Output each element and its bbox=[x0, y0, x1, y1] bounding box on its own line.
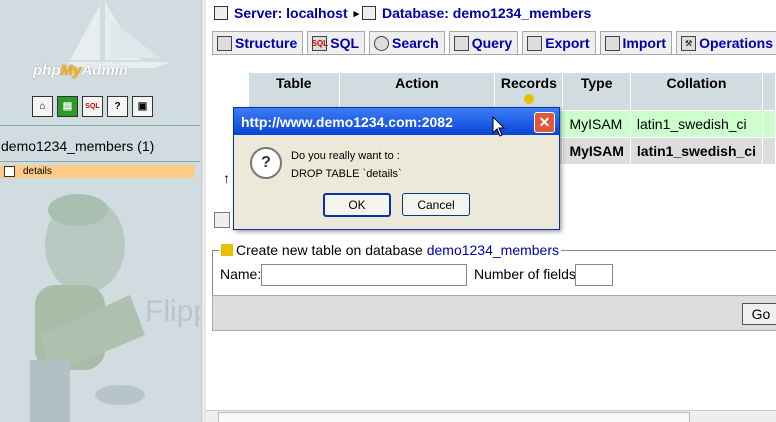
import-icon bbox=[604, 35, 620, 51]
tab-structure[interactable]: Structure bbox=[212, 31, 304, 54]
operations-icon: ⚒ bbox=[681, 35, 697, 51]
database-icon bbox=[362, 6, 376, 20]
breadcrumb-server[interactable]: Server: localhost ▸ bbox=[214, 5, 359, 21]
watermark-text: FlipperHost bbox=[145, 295, 201, 328]
docs-icon[interactable]: ? bbox=[107, 96, 128, 117]
sql-docs-icon[interactable]: ▣ bbox=[132, 96, 153, 117]
tab-query[interactable]: Query bbox=[448, 31, 519, 54]
home-icon[interactable]: ⌂ bbox=[32, 96, 53, 117]
tab-label[interactable]: Structure bbox=[235, 35, 297, 51]
new-table-icon bbox=[221, 244, 233, 256]
go-button[interactable]: Go bbox=[742, 303, 776, 325]
table-icon[interactable] bbox=[4, 166, 15, 177]
breadcrumb-database[interactable]: Database: demo1234_members bbox=[362, 5, 591, 21]
export-icon bbox=[527, 35, 543, 51]
row-overflow bbox=[762, 111, 775, 137]
dialog-title: http://www.demo1234.com:2082 bbox=[241, 113, 453, 130]
divider bbox=[0, 161, 200, 162]
header-overflow bbox=[762, 73, 775, 110]
tab-label[interactable]: Export bbox=[545, 35, 589, 51]
tab-label[interactable]: SQL bbox=[330, 35, 359, 51]
row-type: MyISAM bbox=[563, 111, 630, 137]
server-icon bbox=[214, 6, 228, 20]
table-list-item-label[interactable]: details bbox=[23, 166, 52, 177]
tab-underline bbox=[212, 54, 776, 55]
row-collation: latin1_swedish_ci bbox=[630, 111, 762, 137]
phpmyadmin-logo[interactable]: phpMyAdmin bbox=[33, 62, 128, 79]
tab-operations[interactable]: ⚒ Operations bbox=[676, 31, 776, 54]
create-table-footer bbox=[212, 295, 776, 331]
row-type: MyISAM bbox=[563, 138, 630, 164]
table-list-item-details[interactable]: details bbox=[0, 165, 195, 178]
header-collation: Collation bbox=[630, 73, 762, 110]
horizontal-scrollbar[interactable] bbox=[206, 410, 776, 422]
breadcrumb-separator: ▸ bbox=[353, 7, 360, 20]
ok-button[interactable]: OK bbox=[323, 193, 391, 217]
header-records-label: Records bbox=[500, 75, 557, 91]
sql-icon[interactable]: SQL bbox=[82, 96, 103, 117]
create-table-legend: Create new table on database demo1234_me… bbox=[219, 242, 561, 258]
structure-icon bbox=[217, 35, 232, 51]
header-records: Records bbox=[495, 73, 563, 110]
tab-label[interactable]: Import bbox=[623, 35, 667, 51]
table-header-row: Table Action Records Type Collation bbox=[249, 73, 775, 110]
legend-db-link[interactable]: demo1234_members bbox=[427, 242, 559, 258]
check-all-arrow-icon: ↑ bbox=[223, 170, 230, 186]
row-overflow bbox=[762, 138, 775, 164]
scrollbar-thumb[interactable] bbox=[218, 412, 690, 422]
tab-sql[interactable]: SQL SQL bbox=[307, 31, 366, 54]
dialog-message-line2: DROP TABLE `details` bbox=[291, 168, 402, 180]
quick-icon-row: ⌂ ▤ SQL ? ▣ bbox=[32, 96, 153, 117]
dialog-message-line1: Do you really want to : bbox=[291, 150, 400, 162]
breadcrumb-server-label[interactable]: Server: localhost bbox=[234, 5, 348, 21]
tab-label[interactable]: Query bbox=[472, 35, 512, 51]
row-collation: latin1_swedish_ci bbox=[630, 138, 762, 164]
sailboat-logo-icon bbox=[65, 2, 170, 68]
warning-icon bbox=[523, 94, 534, 104]
table-name-input[interactable] bbox=[261, 264, 467, 286]
number-of-fields-label: Number of fields: bbox=[474, 266, 580, 282]
question-icon: ? bbox=[250, 147, 282, 179]
close-icon[interactable]: ✕ bbox=[534, 112, 555, 133]
confirm-dialog: http://www.demo1234.com:2082 ✕ ? Do you … bbox=[233, 107, 560, 230]
tab-label[interactable]: Operations bbox=[699, 35, 773, 51]
query-icon bbox=[453, 35, 469, 51]
dialog-titlebar[interactable]: http://www.demo1234.com:2082 bbox=[234, 108, 559, 135]
search-icon bbox=[374, 35, 390, 51]
tab-search[interactable]: Search bbox=[369, 31, 445, 54]
header-table[interactable]: Table bbox=[249, 73, 339, 110]
cancel-button[interactable]: Cancel bbox=[402, 193, 470, 216]
header-action: Action bbox=[339, 73, 495, 110]
sql-icon: SQL bbox=[312, 35, 328, 51]
tab-bar: Structure SQL SQL Search Query Export Imp… bbox=[212, 31, 776, 54]
database-name-label[interactable]: demo1234_members (1) bbox=[1, 138, 154, 154]
query-window-icon[interactable]: ▤ bbox=[57, 96, 78, 117]
number-of-fields-input[interactable] bbox=[575, 264, 613, 286]
tab-export[interactable]: Export bbox=[522, 31, 596, 54]
breadcrumb-database-label[interactable]: Database: demo1234_members bbox=[382, 5, 591, 21]
left-navigation-frame: phpMyAdmin ⌂ ▤ SQL ? ▣ demo1234_members … bbox=[0, 0, 201, 422]
header-type: Type bbox=[563, 73, 630, 110]
divider bbox=[0, 125, 200, 126]
name-label: Name: bbox=[220, 266, 262, 282]
mouse-pointer-icon bbox=[492, 116, 506, 137]
tab-label[interactable]: Search bbox=[392, 35, 439, 51]
tab-import[interactable]: Import bbox=[599, 31, 673, 54]
legend-text: Create new table on database bbox=[236, 242, 423, 258]
print-icon[interactable] bbox=[214, 212, 230, 228]
